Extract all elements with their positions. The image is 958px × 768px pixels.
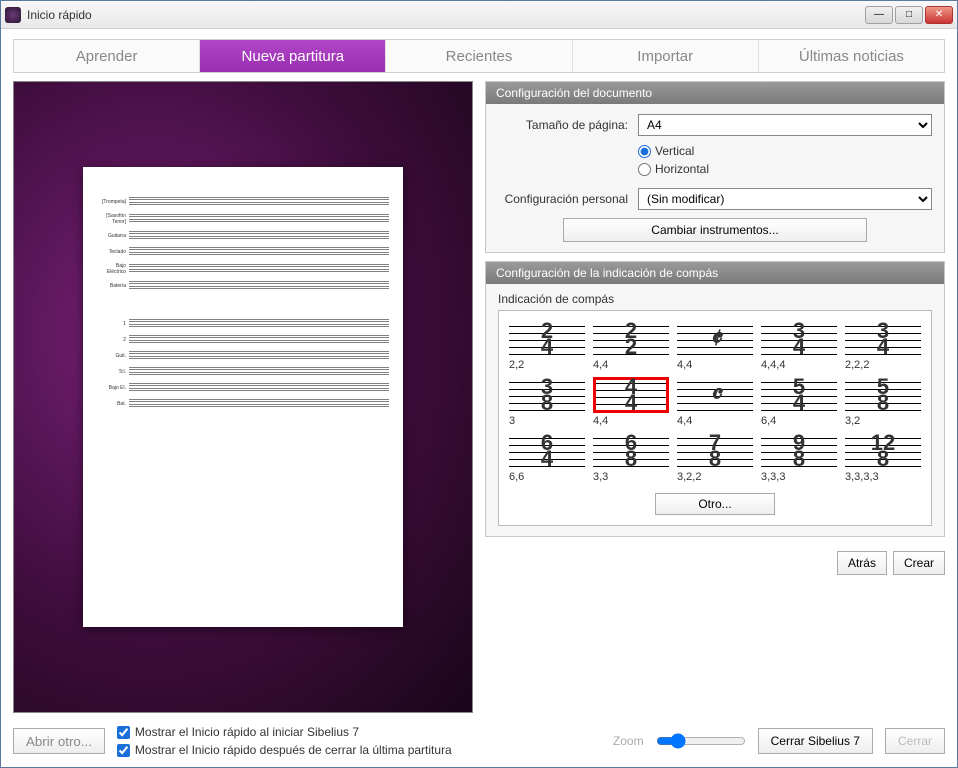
time-signature-option[interactable]: 683,3: [593, 433, 669, 483]
main-area: [Trompeta] [Saxofón Tenor] Guitarra Tecl…: [13, 81, 945, 713]
time-signature-caption: 3,3: [593, 471, 669, 483]
time-signature-caption: 3,3,3: [761, 471, 837, 483]
time-signature-caption: 4,4: [593, 359, 669, 371]
wizard-nav: Atrás Crear: [485, 551, 945, 575]
window-title: Inicio rápido: [27, 8, 865, 22]
time-signature-option[interactable]: 𝄵4,4: [677, 321, 753, 371]
time-signature-option[interactable]: 583,2: [845, 377, 921, 427]
create-button[interactable]: Crear: [893, 551, 945, 575]
score-page: [Trompeta] [Saxofón Tenor] Guitarra Tecl…: [83, 167, 403, 627]
minimize-button[interactable]: —: [865, 6, 893, 24]
time-signature-option[interactable]: 444,4: [593, 377, 669, 427]
window-controls: — □ ✕: [865, 6, 953, 24]
tab-import[interactable]: Importar: [573, 40, 759, 72]
close-app-button[interactable]: Cerrar Sibelius 7: [758, 728, 873, 754]
time-signature-caption: 4,4: [677, 359, 753, 371]
change-instruments-button[interactable]: Cambiar instrumentos...: [563, 218, 867, 242]
staff-group-top: [Trompeta] [Saxofón Tenor] Guitarra Tecl…: [97, 197, 389, 291]
maximize-button[interactable]: □: [895, 6, 923, 24]
other-time-signature-button[interactable]: Otro...: [655, 493, 775, 515]
time-signature-option[interactable]: 383: [509, 377, 585, 427]
back-button[interactable]: Atrás: [837, 551, 887, 575]
time-signature-caption: 3,2: [845, 415, 921, 427]
time-signature-caption: 4,4: [677, 415, 753, 427]
personal-config-select[interactable]: (Sin modificar): [638, 188, 932, 210]
time-signature-caption: 3: [509, 415, 585, 427]
time-signature-option[interactable]: 344,4,4: [761, 321, 837, 371]
time-signature-option[interactable]: 342,2,2: [845, 321, 921, 371]
orientation-vertical-radio[interactable]: [638, 145, 651, 158]
time-signature-option[interactable]: 546,4: [761, 377, 837, 427]
close-button[interactable]: Cerrar: [885, 728, 945, 754]
personal-config-label: Configuración personal: [498, 192, 638, 206]
time-signature-caption: 4,4: [593, 415, 669, 427]
time-signature-caption: 2,2,2: [845, 359, 921, 371]
time-signature-option[interactable]: 242,2: [509, 321, 585, 371]
app-window: Inicio rápido — □ ✕ Aprender Nueva parti…: [0, 0, 958, 768]
content-area: Aprender Nueva partitura Recientes Impor…: [1, 29, 957, 767]
right-pane: Configuración del documento Tamaño de pá…: [485, 81, 945, 713]
staff-group-bottom: 1 2 Guit. Tcl. Bajo El. Bat.: [97, 319, 389, 409]
time-signature-caption: 2,2: [509, 359, 585, 371]
time-signature-option[interactable]: 646,6: [509, 433, 585, 483]
tab-new-score[interactable]: Nueva partitura: [200, 40, 386, 72]
close-window-button[interactable]: ✕: [925, 6, 953, 24]
time-signature-option[interactable]: 𝄴4,4: [677, 377, 753, 427]
time-signature-caption: 6,4: [761, 415, 837, 427]
time-signature-option[interactable]: 983,3,3: [761, 433, 837, 483]
tab-recent[interactable]: Recientes: [386, 40, 572, 72]
document-config-panel: Configuración del documento Tamaño de pá…: [485, 81, 945, 253]
time-signature-header: Configuración de la indicación de compás: [486, 262, 944, 284]
page-size-select[interactable]: A4: [638, 114, 932, 136]
app-icon: [5, 7, 21, 23]
time-signature-group-label: Indicación de compás: [498, 292, 932, 306]
time-signature-caption: 3,2,2: [677, 471, 753, 483]
open-other-button[interactable]: Abrir otro...: [13, 728, 105, 754]
footer-bar: Abrir otro... Mostrar el Inicio rápido a…: [13, 713, 945, 757]
show-quickstart-after-close-checkbox[interactable]: [117, 744, 130, 757]
time-signature-panel: Configuración de la indicación de compás…: [485, 261, 945, 537]
zoom-label: Zoom: [613, 734, 644, 748]
tab-news[interactable]: Últimas noticias: [759, 40, 944, 72]
document-config-header: Configuración del documento: [486, 82, 944, 104]
titlebar: Inicio rápido — □ ✕: [1, 1, 957, 29]
time-signature-caption: 6,6: [509, 471, 585, 483]
score-preview: [Trompeta] [Saxofón Tenor] Guitarra Tecl…: [13, 81, 473, 713]
time-signature-grid: 242,2224,4𝄵4,4344,4,4342,2,2 383444,4𝄴4,4…: [498, 310, 932, 526]
show-quickstart-on-launch-checkbox[interactable]: [117, 726, 130, 739]
time-signature-caption: 4,4,4: [761, 359, 837, 371]
time-signature-option[interactable]: 224,4: [593, 321, 669, 371]
time-signature-caption: 3,3,3,3: [845, 471, 921, 483]
zoom-slider[interactable]: [656, 733, 746, 749]
tab-bar: Aprender Nueva partitura Recientes Impor…: [13, 39, 945, 73]
orientation-horizontal-radio[interactable]: [638, 163, 651, 176]
time-signature-option[interactable]: 1283,3,3,3: [845, 433, 921, 483]
time-signature-option[interactable]: 783,2,2: [677, 433, 753, 483]
page-size-label: Tamaño de página:: [498, 118, 638, 132]
tab-learn[interactable]: Aprender: [14, 40, 200, 72]
